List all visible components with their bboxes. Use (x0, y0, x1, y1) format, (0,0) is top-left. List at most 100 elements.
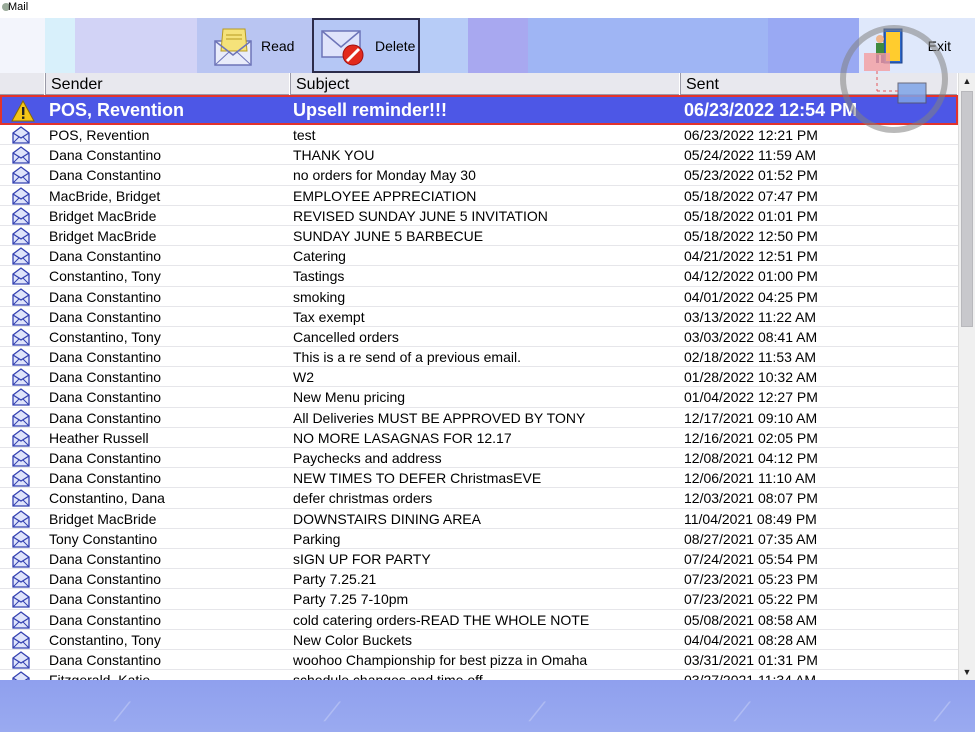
message-row[interactable]: Dana Constantino Party 7.25.21 07/23/2021 … (0, 569, 958, 590)
message-row[interactable]: Bridget MacBride SUNDAY JUNE 5 BARBECUE 05… (0, 226, 958, 247)
message-row[interactable]: POS, Revention test 06/23/2022 12:21 PM (0, 125, 958, 146)
read-button[interactable]: Read (197, 18, 312, 73)
message-row[interactable]: Dana Constantino THANK YOU 05/24/2022 11:5… (0, 145, 958, 166)
message-sender: Constantino, Tony (49, 328, 161, 345)
scrollbar-thumb[interactable] (961, 91, 973, 327)
message-sent-date: 12/06/2021 11:10 AM (684, 470, 817, 487)
message-row[interactable]: Dana Constantino Party 7.25 7-10pm 07/23/2… (0, 589, 958, 610)
toolbar-segment (768, 18, 859, 73)
scroll-up-arrow-icon[interactable]: ▲ (959, 73, 975, 89)
mail-envelope-icon (12, 227, 30, 245)
read-button-label: Read (261, 37, 295, 54)
column-header-sent[interactable]: Sent (680, 73, 958, 95)
mail-envelope-icon (12, 529, 30, 548)
watermark-logo: ⁄ (740, 698, 745, 728)
message-sent-date: 05/08/2021 08:58 AM (684, 611, 818, 628)
message-list: Sender Subject Sent POS, Revention Upsel… (0, 73, 975, 680)
message-row[interactable]: Dana Constantino Catering 04/21/2022 12:51… (0, 246, 958, 267)
column-header-subject[interactable]: Subject (290, 73, 680, 95)
message-subject: DOWNSTAIRS DINING AREA (293, 510, 481, 527)
message-sent-date: 12/16/2021 02:05 PM (684, 429, 818, 446)
message-row[interactable]: Dana Constantino woohoo Championship for … (0, 650, 958, 671)
scroll-down-arrow-icon[interactable]: ▼ (959, 664, 975, 680)
message-row[interactable]: Dana Constantino This is a re send of a p… (0, 347, 958, 368)
message-row[interactable]: Constantino, Tony Cancelled orders 03/03/2… (0, 327, 958, 348)
message-row[interactable]: Dana Constantino cold catering orders-REA… (0, 610, 958, 630)
message-row[interactable]: Dana Constantino New Menu pricing 01/04/20… (0, 387, 958, 408)
message-subject: NEW TIMES TO DEFER ChristmasEVE (293, 470, 542, 487)
message-row[interactable]: Dana Constantino sIGN UP FOR PARTY 07/24/2… (0, 549, 958, 570)
message-sent-date: 07/23/2021 05:22 PM (684, 591, 818, 608)
message-sent-date: 03/31/2021 01:31 PM (684, 651, 818, 668)
message-row[interactable]: Fitzgerald, Katie schedule changes and ti… (0, 670, 958, 680)
message-row[interactable]: Bridget MacBride REVISED SUNDAY JUNE 5 IN… (0, 206, 958, 226)
message-row[interactable]: Dana Constantino smoking 04/01/2022 04:25 … (0, 287, 958, 307)
message-row[interactable]: Dana Constantino Paychecks and address 12/… (0, 448, 958, 469)
message-sent-date: 03/27/2021 11:34 AM (684, 670, 816, 680)
exit-button[interactable]: Exit (859, 18, 975, 73)
message-sender: Dana Constantino (49, 389, 162, 406)
message-row[interactable]: Dana Constantino no orders for Monday May… (0, 165, 958, 186)
message-row[interactable]: Tony Constantino Parking 08/27/2021 07:35 … (0, 529, 958, 549)
message-sender: POS, Revention (49, 100, 185, 120)
mail-envelope-icon (12, 348, 30, 366)
warning-icon (11, 100, 35, 122)
message-sender: Dana Constantino (49, 248, 162, 265)
message-sent-date: 04/12/2022 01:00 PM (684, 268, 818, 285)
message-sender: Dana Constantino (49, 651, 162, 668)
message-sender: Bridget MacBride (49, 207, 157, 224)
message-subject: cold catering orders-READ THE WHOLE NOTE (293, 611, 590, 628)
message-subject: Paychecks and address (293, 450, 442, 466)
message-rows: POS, Revention Upsell reminder!!! 06/23/… (0, 95, 958, 680)
message-row[interactable]: Bridget MacBride DOWNSTAIRS DINING AREA 11… (0, 509, 958, 529)
column-header-sender[interactable]: Sender (45, 73, 290, 95)
message-sent-date: 07/24/2021 05:54 PM (684, 550, 818, 567)
message-subject: no orders for Monday May 30 (293, 167, 476, 184)
message-sent-date: 11/04/2021 08:49 PM (684, 510, 817, 527)
message-row[interactable]: Constantino, Tony Tastings 04/12/2022 01:0… (0, 266, 958, 287)
message-row[interactable]: Dana Constantino All Deliveries MUST BE A… (0, 408, 958, 428)
mail-envelope-icon (12, 469, 30, 487)
message-subject: Upsell reminder!!! (293, 100, 448, 120)
watermark-logo: ⁄ (120, 698, 125, 728)
mail-envelope-icon (12, 630, 30, 649)
message-subject: Party 7.25 7-10pm (293, 591, 409, 608)
mail-envelope-icon (12, 671, 30, 680)
message-row[interactable]: Constantino, Dana defer christmas orders 1… (0, 488, 958, 509)
message-row[interactable]: Dana Constantino NEW TIMES TO DEFER Chris… (0, 468, 958, 489)
mail-envelope-icon (12, 590, 30, 608)
mail-envelope-icon (12, 287, 30, 306)
selected-message-row[interactable]: POS, Revention Upsell reminder!!! 06/23/… (0, 95, 958, 125)
message-sent-date: 05/18/2022 12:50 PM (684, 227, 818, 244)
message-subject: Parking (293, 530, 341, 547)
message-sender: Heather Russell (49, 429, 149, 446)
message-sender: Bridget MacBride (49, 227, 157, 244)
toolbar-segment (45, 18, 75, 73)
watermark-logo: ⁄ (535, 698, 540, 728)
message-sender: Constantino, Tony (49, 631, 161, 648)
toolbar: Read Delete Exit (0, 18, 975, 73)
message-sent-date: 05/23/2022 01:52 PM (684, 167, 818, 184)
message-row[interactable]: Heather Russell NO MORE LASAGNAS FOR 12.1… (0, 428, 958, 448)
message-row[interactable]: MacBride, Bridget EMPLOYEE APPRECIATION 05… (0, 186, 958, 206)
message-sender: Dana Constantino (49, 167, 162, 184)
message-row[interactable]: Constantino, Tony New Color Buckets 04/04/… (0, 630, 958, 650)
message-sent-date: 04/21/2022 12:51 PM (684, 248, 818, 265)
message-subject: defer christmas orders (293, 490, 433, 507)
delete-button[interactable]: Delete (312, 18, 420, 73)
mail-envelope-icon (12, 307, 30, 326)
message-sent-date: 03/03/2022 08:41 AM (684, 328, 818, 345)
message-subject: This is a re send of a previous email. (293, 349, 521, 366)
message-sent-date: 12/03/2021 08:07 PM (684, 490, 818, 507)
vertical-scrollbar[interactable]: ▲ ▼ (958, 73, 975, 680)
message-subject: smoking (293, 288, 346, 305)
message-subject: schedule changes and time off (293, 670, 483, 680)
mail-envelope-icon (12, 610, 30, 629)
message-sent-date: 05/18/2022 07:47 PM (684, 187, 818, 204)
mail-envelope-icon (12, 509, 30, 528)
column-header-icon[interactable] (0, 73, 45, 95)
message-row[interactable]: Dana Constantino Tax exempt 03/13/2022 11:… (0, 307, 958, 327)
message-row[interactable]: Dana Constantino W2 01/28/2022 10:32 AM (0, 367, 958, 388)
mail-envelope-icon (12, 550, 30, 568)
message-sender: Dana Constantino (49, 550, 162, 567)
